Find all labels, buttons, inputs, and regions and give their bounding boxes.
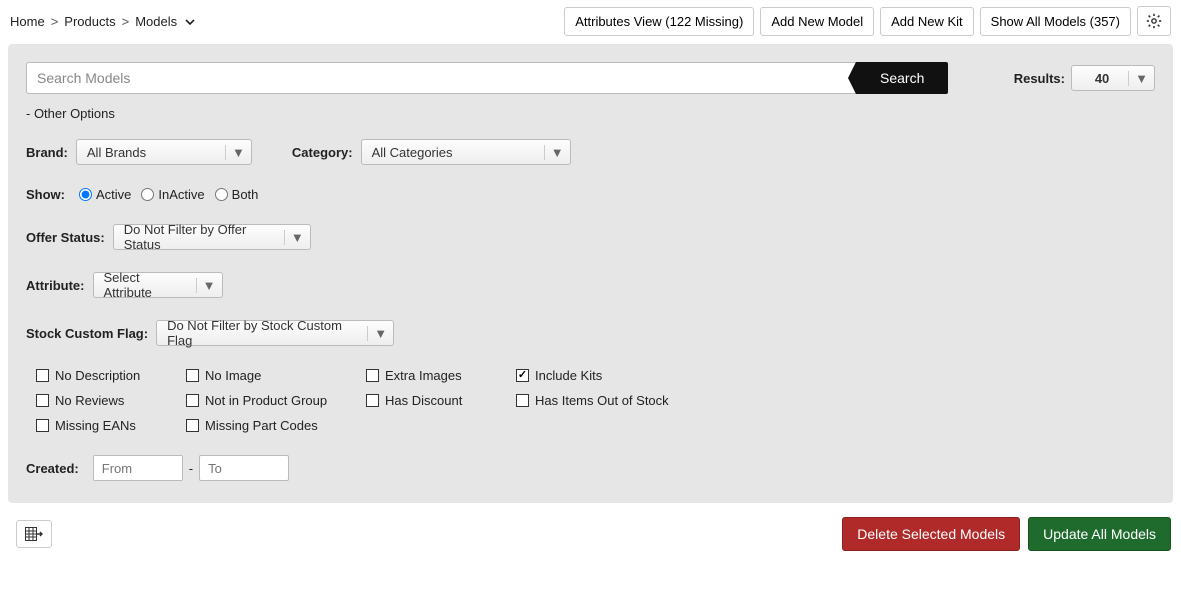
category-value: All Categories [372,145,453,160]
caret-down-icon: ▼ [544,145,564,160]
not-in-product-group-checkbox[interactable]: Not in Product Group [186,393,356,408]
search-input[interactable] [26,62,856,94]
breadcrumb-home[interactable]: Home [10,14,45,29]
created-to-input[interactable] [199,455,289,481]
created-label: Created: [26,461,79,476]
breadcrumb-products[interactable]: Products [64,14,115,29]
no-description-checkbox[interactable]: No Description [36,368,176,383]
breadcrumb-models[interactable]: Models [135,14,195,29]
stock-flag-select[interactable]: Do Not Filter by Stock Custom Flag ▼ [156,320,394,346]
attribute-value: Select Attribute [104,270,190,300]
show-label: Show: [26,187,65,202]
brand-label: Brand: [26,145,68,160]
results-value: 40 [1082,71,1122,86]
export-button[interactable] [16,520,52,548]
brand-select[interactable]: All Brands ▼ [76,139,252,165]
filter-panel: Search Results: 40 ▼ - Other Options Bra… [8,44,1173,503]
add-new-model-button[interactable]: Add New Model [760,7,874,36]
search-button[interactable]: Search [856,62,948,94]
missing-part-codes-checkbox[interactable]: Missing Part Codes [186,418,356,433]
other-options-toggle[interactable]: - Other Options [26,106,1155,121]
extra-images-checkbox[interactable]: Extra Images [366,368,506,383]
category-select[interactable]: All Categories ▼ [361,139,571,165]
breadcrumb: Home > Products > Models [10,14,195,29]
delete-selected-models-button[interactable]: Delete Selected Models [842,517,1020,551]
date-separator: - [189,461,193,476]
add-new-kit-button[interactable]: Add New Kit [880,7,974,36]
breadcrumb-sep: > [51,14,59,29]
stock-flag-value: Do Not Filter by Stock Custom Flag [167,318,361,348]
show-both-radio[interactable]: Both [215,187,259,202]
offer-status-select[interactable]: Do Not Filter by Offer Status ▼ [113,224,311,250]
no-image-checkbox[interactable]: No Image [186,368,356,383]
attributes-view-button[interactable]: Attributes View (122 Missing) [564,7,754,36]
breadcrumb-models-label: Models [135,14,177,29]
show-both-label: Both [232,187,259,202]
show-inactive-radio[interactable]: InActive [141,187,204,202]
table-export-icon [25,527,43,541]
has-discount-checkbox[interactable]: Has Discount [366,393,506,408]
stock-flag-label: Stock Custom Flag: [26,326,148,341]
has-items-out-of-stock-checkbox[interactable]: Has Items Out of Stock [516,393,716,408]
caret-down-icon: ▼ [225,145,245,160]
missing-eans-checkbox[interactable]: Missing EANs [36,418,176,433]
attribute-select[interactable]: Select Attribute ▼ [93,272,223,298]
offer-status-label: Offer Status: [26,230,105,245]
caret-down-icon: ▼ [284,230,304,245]
category-label: Category: [292,145,353,160]
brand-value: All Brands [87,145,146,160]
show-all-models-button[interactable]: Show All Models (357) [980,7,1131,36]
gear-icon [1146,13,1162,29]
caret-down-icon: ▼ [367,326,387,341]
offer-status-value: Do Not Filter by Offer Status [124,222,278,252]
attribute-label: Attribute: [26,278,85,293]
caret-down-icon: ▼ [196,278,216,293]
show-active-label: Active [96,187,131,202]
update-all-models-button[interactable]: Update All Models [1028,517,1171,551]
breadcrumb-sep: > [122,14,130,29]
include-kits-checkbox[interactable]: Include Kits [516,368,716,383]
show-inactive-label: InActive [158,187,204,202]
show-active-radio[interactable]: Active [79,187,131,202]
chevron-down-icon [185,18,195,26]
results-select[interactable]: 40 ▼ [1071,65,1155,91]
caret-down-icon: ▼ [1128,71,1148,86]
created-from-input[interactable] [93,455,183,481]
settings-button[interactable] [1137,6,1171,36]
no-reviews-checkbox[interactable]: No Reviews [36,393,176,408]
results-label: Results: [1014,71,1065,86]
